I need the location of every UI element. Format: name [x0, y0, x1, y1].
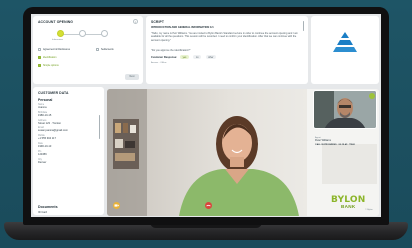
field-row: Address Street 123 · Trenton [38, 120, 96, 125]
brand-watermark: BYLON BANK [331, 196, 365, 210]
checklist-label: Identification [43, 56, 57, 59]
field-row: Mobile +1 555 304 117 [38, 135, 96, 140]
script-panel: SCRIPT INTRODUCTION AND GENERAL INFORMAT… [146, 16, 308, 84]
checklist-item[interactable]: Simple options [38, 64, 59, 67]
field-value: 1980-10-15 [38, 113, 52, 117]
close-icon[interactable]: × [133, 19, 138, 24]
brand-footer: © Bylon [365, 209, 373, 211]
app-screen: ACCOUNT OPENING × Information Agreement … [31, 14, 381, 217]
agent-info: Agent Peter Williams CALL IN PROGRESS · … [315, 137, 377, 146]
checklist-label: Simple options [43, 64, 59, 67]
checklist-item[interactable]: Settlements [96, 48, 114, 51]
laptop-scene: ACCOUNT OPENING × Information Agreement … [0, 0, 412, 248]
brand-logo-panel [311, 16, 379, 84]
step-1-label: Information [52, 39, 63, 41]
field-row: Pin 123456 [38, 151, 96, 156]
customer-response-row: Customer Response: yes no other [151, 55, 217, 60]
pip-camera-button[interactable] [369, 93, 375, 99]
end-call-icon [206, 204, 211, 207]
customer-data-scrollbar[interactable] [99, 115, 101, 139]
step-1-indicator[interactable] [57, 30, 64, 37]
response-status: Answer - Offline [151, 62, 167, 64]
bylon-pyramid-logo [333, 32, 357, 52]
agent-pip-video[interactable] [313, 90, 377, 129]
script-paragraph: "Hello, my name is Petr Williams. You ar… [151, 32, 298, 42]
field-value: Joanna [38, 106, 47, 109]
field-row: City Denver [38, 159, 96, 164]
call-status: CALL IN PROGRESS · 00:12:45 · TELE [315, 144, 355, 146]
personal-section-title: Personal [38, 98, 53, 102]
script-title: SCRIPT [151, 20, 165, 24]
field-value: 123456 [38, 152, 47, 156]
field-row: Birthdate 1980-10-15 [38, 112, 96, 117]
agent-name: Peter Williams [315, 139, 331, 142]
agent-video-feed [314, 91, 376, 128]
brand-sub: BANK [341, 204, 356, 209]
checkbox-icon[interactable] [96, 48, 99, 51]
field-value: susan.joanna@gmail.com [38, 129, 68, 133]
field-value: 1990-10-13 [38, 144, 52, 148]
personal-fields: Name Joanna Birthdate 1980-10-15 Address St… [38, 104, 96, 166]
next-button[interactable]: Next [125, 74, 139, 80]
document-item[interactable]: ID Card [38, 211, 47, 214]
customer-response-label: Customer Response: [151, 55, 178, 59]
checkbox-checked-icon[interactable] [38, 56, 41, 59]
customer-data-title: CUSTOMER DATA [38, 91, 69, 95]
camera-icon [114, 204, 119, 207]
account-opening-title: ACCOUNT OPENING [38, 20, 74, 24]
response-other-button[interactable]: other [205, 55, 216, 60]
field-row: Name Joanna [38, 104, 96, 109]
response-yes-button[interactable]: yes [180, 55, 189, 60]
end-call-button[interactable] [205, 202, 212, 209]
account-opening-panel: ACCOUNT OPENING × Information Agreement … [33, 16, 143, 84]
field-value: +1 555 304 117 [38, 137, 56, 141]
field-value: Denver [38, 160, 47, 164]
field-value: Street 123 · Trenton [38, 121, 62, 125]
field-row: Email susan.joanna@gmail.com [38, 127, 96, 132]
documents-section-title: Documents [38, 205, 58, 209]
customer-data-panel: CUSTOMER DATA Personal Name Joanna Birthd… [33, 87, 104, 215]
script-question: "Do you approve the identification?" [151, 49, 191, 52]
step-3-indicator[interactable] [101, 30, 108, 37]
checkbox-checked-icon[interactable] [38, 64, 41, 67]
checkbox-icon[interactable] [38, 48, 41, 51]
script-subtitle: INTRODUCTION AND GENERAL INFORMATION 1/1 [151, 26, 214, 29]
checklist-item[interactable]: Agreement & Disclosures [38, 48, 70, 51]
camera-toggle-button[interactable] [113, 202, 120, 209]
checklist-item[interactable]: Identification [38, 56, 56, 59]
checklist-label: Settlements [101, 48, 114, 51]
field-row: Date 1990-10-13 [38, 143, 96, 148]
checklist-label: Agreement & Disclosures [43, 48, 70, 51]
response-no-button[interactable]: no [193, 55, 201, 60]
step-2-indicator[interactable] [79, 30, 86, 37]
script-scrollbar[interactable] [303, 21, 305, 31]
